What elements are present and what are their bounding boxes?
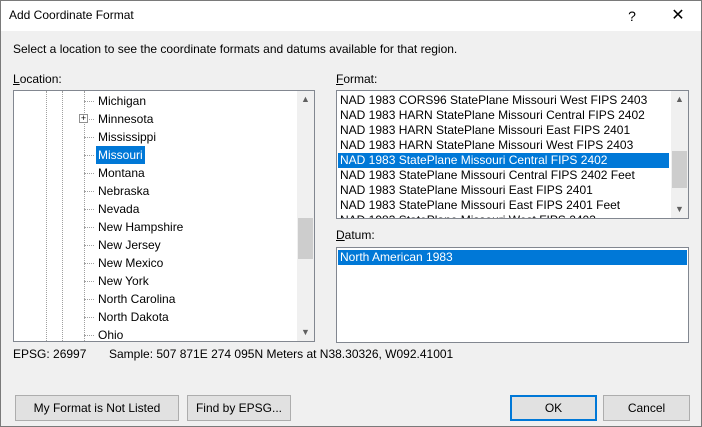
- tree-item[interactable]: New Mexico: [14, 254, 298, 272]
- tree-item-label: New Mexico: [98, 256, 164, 270]
- tree-item-label: Mississippi: [98, 130, 157, 144]
- format-list[interactable]: NAD 1983 CORS96 StatePlane Missouri West…: [336, 90, 689, 219]
- tree-item[interactable]: New Hampshire: [14, 218, 298, 236]
- epsg-code: EPSG: 26997: [13, 347, 87, 361]
- format-item[interactable]: NAD 1983 HARN StatePlane Missouri Centra…: [338, 108, 669, 123]
- location-label: Location:: [13, 72, 62, 86]
- format-item[interactable]: NAD 1983 StatePlane Missouri East FIPS 2…: [338, 198, 669, 213]
- datum-label: Datum:: [336, 228, 375, 242]
- tree-item-label: North Carolina: [98, 292, 176, 306]
- format-item[interactable]: NAD 1983 StatePlane Missouri Central FIP…: [338, 168, 669, 183]
- scroll-thumb[interactable]: [672, 151, 687, 188]
- help-icon[interactable]: ?: [609, 1, 655, 31]
- scroll-down-icon[interactable]: ▼: [671, 201, 688, 218]
- tree-item[interactable]: Montana: [14, 164, 298, 182]
- tree-item-label: North Dakota: [98, 310, 169, 324]
- tree-item[interactable]: Ohio: [14, 326, 298, 342]
- tree-item[interactable]: Missouri: [14, 146, 298, 164]
- tree-item[interactable]: Nevada: [14, 200, 298, 218]
- tree-item-label: Montana: [98, 166, 145, 180]
- title-bar[interactable]: Add Coordinate Format ? ✕: [1, 1, 701, 31]
- tree-item-label: New York: [98, 274, 149, 288]
- tree-item[interactable]: + Minnesota: [14, 110, 298, 128]
- instruction-text: Select a location to see the coordinate …: [13, 42, 458, 56]
- tree-item[interactable]: Mississippi: [14, 128, 298, 146]
- format-item[interactable]: NAD 1983 HARN StatePlane Missouri West F…: [338, 138, 669, 153]
- tree-item-label: Michigan: [98, 94, 147, 108]
- tree-item[interactable]: Michigan: [14, 92, 298, 110]
- tree-item[interactable]: Nebraska: [14, 182, 298, 200]
- location-tree[interactable]: Michigan + Minnesota Mississippi Missouri Mon…: [13, 90, 315, 342]
- tree-item-label: Minnesota: [98, 112, 154, 126]
- tree-item-label: Nebraska: [98, 184, 150, 198]
- tree-item[interactable]: North Dakota: [14, 308, 298, 326]
- window-title: Add Coordinate Format: [9, 8, 134, 22]
- format-label: Format:: [336, 72, 378, 86]
- format-item[interactable]: NAD 1983 StatePlane Missouri East FIPS 2…: [338, 183, 669, 198]
- tree-item-label: Missouri: [96, 146, 145, 164]
- tree-item-label: Ohio: [98, 328, 124, 342]
- format-item[interactable]: NAD 1983 StatePlane Missouri Central FIP…: [338, 153, 669, 168]
- datum-item[interactable]: North American 1983: [338, 250, 687, 265]
- cancel-button[interactable]: Cancel: [603, 395, 690, 421]
- format-item[interactable]: NAD 1983 CORS96 StatePlane Missouri West…: [338, 93, 669, 108]
- scroll-thumb[interactable]: [298, 218, 313, 259]
- location-scrollbar[interactable]: ▲ ▼: [297, 91, 314, 341]
- sample-coordinate: Sample: 507 871E 274 095N Meters at N38.…: [109, 347, 454, 361]
- my-format-not-listed-button[interactable]: My Format is Not Listed: [15, 395, 179, 421]
- scroll-up-icon[interactable]: ▲: [297, 91, 314, 108]
- expand-icon[interactable]: +: [79, 114, 88, 123]
- scroll-down-icon[interactable]: ▼: [297, 324, 314, 341]
- format-item[interactable]: NAD 1983 StatePlane Missouri West FIPS 2…: [338, 213, 669, 218]
- tree-item-label: New Jersey: [98, 238, 161, 252]
- format-scrollbar[interactable]: ▲ ▼: [671, 91, 688, 218]
- tree-item[interactable]: New York: [14, 272, 298, 290]
- format-item[interactable]: NAD 1983 HARN StatePlane Missouri East F…: [338, 123, 669, 138]
- tree-item-label: Nevada: [98, 202, 140, 216]
- find-by-epsg-button[interactable]: Find by EPSG...: [187, 395, 291, 421]
- tree-item[interactable]: New Jersey: [14, 236, 298, 254]
- ok-button[interactable]: OK: [510, 395, 597, 421]
- tree-item-label: New Hampshire: [98, 220, 184, 234]
- datum-list[interactable]: North American 1983: [336, 247, 689, 343]
- tree-item[interactable]: North Carolina: [14, 290, 298, 308]
- scroll-up-icon[interactable]: ▲: [671, 91, 688, 108]
- close-icon[interactable]: ✕: [655, 1, 701, 31]
- add-coordinate-format-dialog: Add Coordinate Format ? ✕ Select a locat…: [0, 0, 702, 427]
